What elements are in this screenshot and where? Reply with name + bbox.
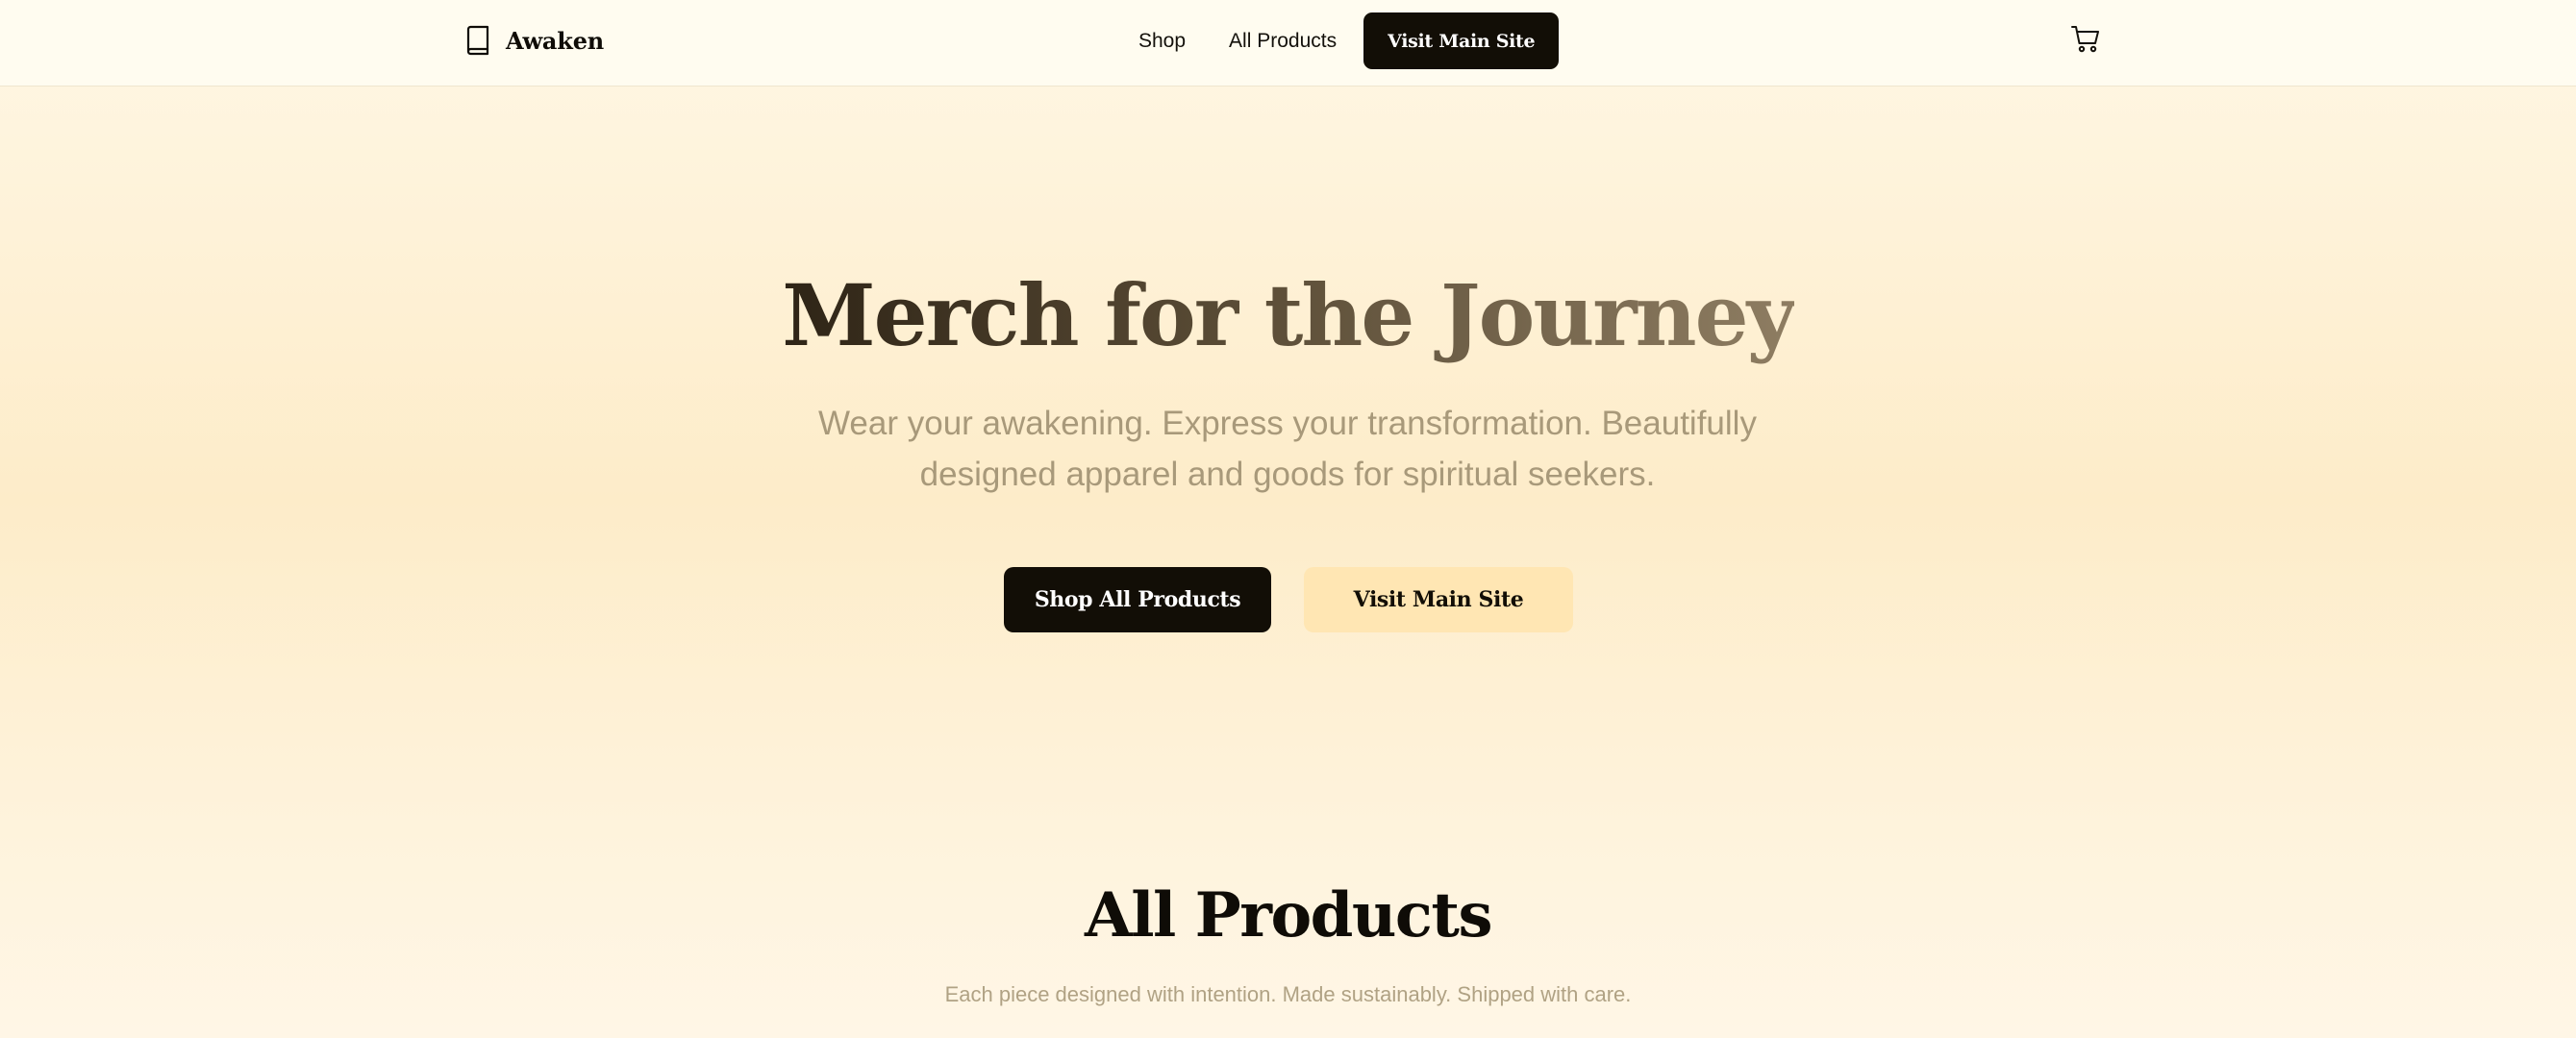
shop-all-products-button[interactable]: Shop All Products xyxy=(1004,567,1271,632)
main-nav: Shop All Products Visit Main Site xyxy=(1138,12,1560,69)
visit-main-site-button[interactable]: Visit Main Site xyxy=(1304,567,1573,632)
hero-subtitle: Wear your awakening. Express your transf… xyxy=(818,405,1757,493)
nav-link-all-products[interactable]: All Products xyxy=(1229,30,1337,53)
nav-link-shop[interactable]: Shop xyxy=(1138,30,1186,53)
visit-main-site-nav-button[interactable]: Visit Main Site xyxy=(1363,12,1560,69)
brand-logo[interactable]: Awaken xyxy=(465,0,604,81)
shopping-cart-icon[interactable] xyxy=(2070,23,2101,54)
site-header: Awaken Shop All Products Visit Main Site xyxy=(0,0,2576,86)
section-title: All Products xyxy=(1085,879,1492,952)
brand-name: Awaken xyxy=(506,26,605,55)
hero-title-text: Merch for the Journey xyxy=(782,265,1796,365)
book-icon xyxy=(465,25,490,56)
section-subtitle: Each piece designed with intention. Made… xyxy=(944,982,1632,1006)
hero-title: Merch for the Journey xyxy=(0,258,2576,373)
